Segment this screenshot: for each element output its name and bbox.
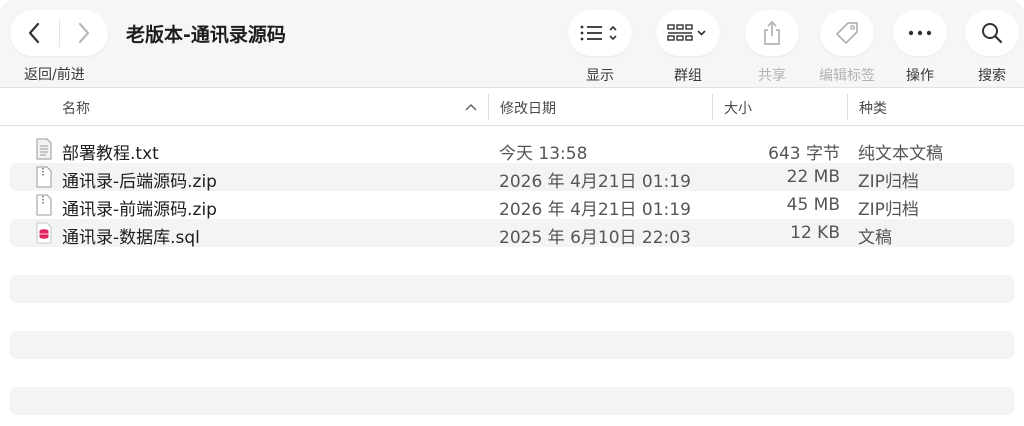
group-tool[interactable]: 群组 xyxy=(656,10,720,85)
file-date: 2026 年 4月21日 01:19 xyxy=(499,200,691,220)
nav-pill xyxy=(10,10,108,56)
forward-button[interactable] xyxy=(59,10,108,56)
chevron-right-icon xyxy=(78,22,89,44)
column-divider[interactable] xyxy=(712,94,713,120)
tags-label: 编辑标签 xyxy=(819,68,875,84)
tags-button[interactable] xyxy=(820,10,874,56)
empty-row xyxy=(10,387,1014,415)
search-button[interactable] xyxy=(965,10,1019,56)
file-size: 12 KB xyxy=(790,223,840,243)
zip-file-icon xyxy=(36,166,52,188)
more-icon xyxy=(908,30,932,36)
empty-row xyxy=(10,331,1014,359)
share-button[interactable] xyxy=(745,10,799,56)
file-row[interactable]: 部署教程.txt 今天 13:58 643 字节 纯文本文稿 xyxy=(10,135,1014,164)
file-name: 通讯录-前端源码.zip xyxy=(62,200,217,220)
empty-row xyxy=(10,275,1014,303)
group-grid-icon xyxy=(667,24,706,41)
file-date: 2026 年 4月21日 01:19 xyxy=(499,172,691,192)
database-file-icon xyxy=(36,222,52,244)
file-size: 45 MB xyxy=(786,195,840,215)
file-date: 今天 13:58 xyxy=(499,144,588,164)
share-tool[interactable]: 共享 xyxy=(745,10,799,85)
group-button[interactable] xyxy=(656,10,720,56)
column-header-date[interactable]: 修改日期 xyxy=(500,98,556,118)
action-tool[interactable]: 操作 xyxy=(893,10,947,85)
file-row[interactable]: 通讯录-前端源码.zip 2026 年 4月21日 01:19 45 MB ZI… xyxy=(10,191,1014,220)
column-header-kind[interactable]: 种类 xyxy=(859,98,887,118)
file-row[interactable]: 通讯录-数据库.sql 2025 年 6月10日 22:03 12 KB 文稿 xyxy=(10,219,1014,248)
search-label: 搜索 xyxy=(978,68,1006,84)
column-header-bar: 名称 修改日期 大小 种类 xyxy=(0,88,1024,126)
toolbar: 返回/前进 老版本-通讯录源码 显示 群组 共享 编辑标签 操作 搜索 xyxy=(0,0,1024,88)
finder-window: 返回/前进 老版本-通讯录源码 显示 群组 共享 编辑标签 操作 搜索 名称 修… xyxy=(0,0,1024,426)
view-label: 显示 xyxy=(586,68,614,84)
file-size: 22 MB xyxy=(786,167,840,187)
file-date: 2025 年 6月10日 22:03 xyxy=(499,228,691,248)
action-button[interactable] xyxy=(893,10,947,56)
search-icon xyxy=(982,23,1003,44)
column-header-name[interactable]: 名称 xyxy=(62,98,90,118)
file-kind: 文稿 xyxy=(858,228,892,248)
chevron-left-icon xyxy=(29,22,40,44)
column-header-size[interactable]: 大小 xyxy=(724,98,752,118)
text-file-icon xyxy=(36,138,52,160)
view-button[interactable] xyxy=(568,10,632,56)
tags-tool[interactable]: 编辑标签 xyxy=(819,10,875,85)
file-row[interactable]: 通讯录-后端源码.zip 2026 年 4月21日 01:19 22 MB ZI… xyxy=(10,163,1014,192)
share-label: 共享 xyxy=(758,68,786,84)
share-icon xyxy=(764,20,780,45)
file-kind: 纯文本文稿 xyxy=(858,144,943,164)
list-view-icon xyxy=(580,25,617,41)
file-name: 通讯录-数据库.sql xyxy=(62,228,200,248)
nav-label: 返回/前进 xyxy=(24,67,85,83)
search-tool[interactable]: 搜索 xyxy=(965,10,1019,85)
action-label: 操作 xyxy=(906,68,934,84)
column-divider[interactable] xyxy=(488,94,489,120)
window-title: 老版本-通讯录源码 xyxy=(126,24,286,46)
file-size: 643 字节 xyxy=(768,144,840,164)
zip-file-icon xyxy=(36,194,52,216)
file-kind: ZIP归档 xyxy=(858,172,919,192)
tag-icon xyxy=(836,22,858,44)
back-button[interactable] xyxy=(10,10,59,56)
sort-ascending-icon[interactable] xyxy=(465,103,477,111)
file-name: 通讯录-后端源码.zip xyxy=(62,172,217,192)
column-divider[interactable] xyxy=(847,94,848,120)
view-tool[interactable]: 显示 xyxy=(568,10,632,85)
file-name: 部署教程.txt xyxy=(62,144,159,164)
file-kind: ZIP归档 xyxy=(858,200,919,220)
group-label: 群组 xyxy=(674,68,702,84)
